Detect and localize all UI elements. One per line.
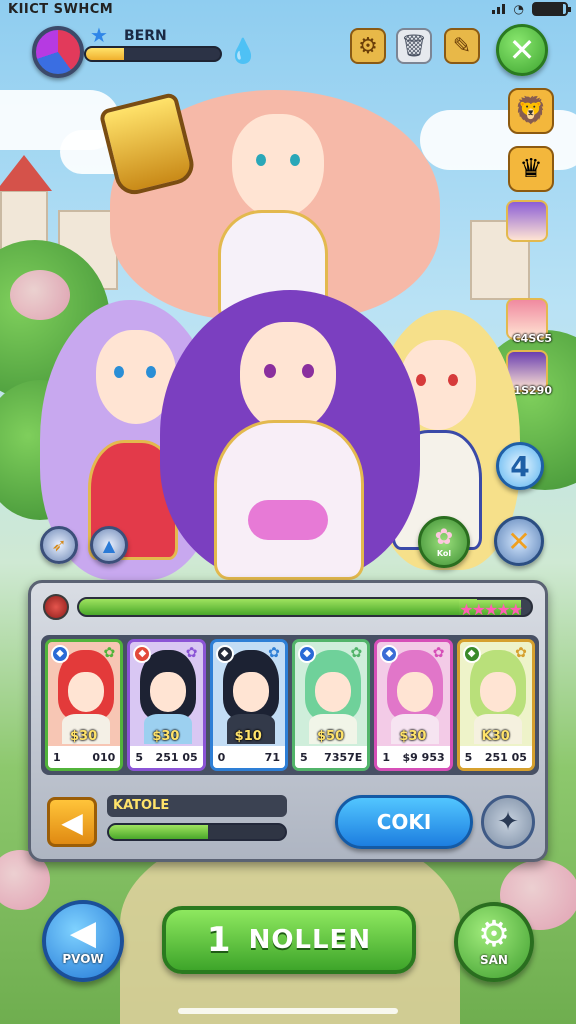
card-level: 1 bbox=[53, 750, 61, 764]
card-stats: 5 7357E bbox=[294, 746, 368, 768]
main-action-number: 1 bbox=[206, 920, 231, 960]
card-power: $9 953 bbox=[402, 750, 445, 764]
mountain-emblem-icon[interactable]: ▲ bbox=[90, 526, 128, 564]
card-level: 5 bbox=[135, 750, 143, 764]
lantern-scroll-icon[interactable]: ⚙ bbox=[350, 28, 386, 64]
card-cost: $10 bbox=[234, 729, 262, 744]
cancel-skill-button[interactable]: ✕ bbox=[494, 516, 544, 566]
hero-card-lime-hair-hero[interactable]: ◆ ✿ K30 5 251 05 bbox=[456, 639, 535, 771]
portrait-face bbox=[68, 672, 104, 712]
flower-icon: ✿ bbox=[268, 645, 280, 661]
signal-icon bbox=[491, 4, 506, 14]
team-settings-button[interactable]: ✦ bbox=[481, 795, 535, 849]
map-shard-icon[interactable]: ✎ bbox=[444, 28, 480, 64]
wifi-icon: ◔ bbox=[513, 2, 524, 16]
flower-icon: ✿ bbox=[103, 645, 116, 661]
hero-card-list: ◆ ✿ $30 1 010 ◆ ✿ $30 5 251 05 ◆ ✿ $10 0 71 ◆ ✿ $50 5 7357E… bbox=[41, 635, 539, 775]
battery-icon bbox=[532, 2, 571, 16]
card-stats: 1 010 bbox=[48, 746, 121, 768]
level-badge-button[interactable]: 4 bbox=[496, 442, 544, 490]
element-icon: ◆ bbox=[462, 645, 481, 663]
card-cost: $30 bbox=[399, 729, 427, 744]
portrait-face bbox=[479, 672, 516, 712]
card-power: 7357E bbox=[324, 750, 363, 764]
team-power-bar: ★★★★★ bbox=[77, 597, 533, 617]
flower-icon: ✿ bbox=[350, 645, 363, 661]
main-action-button[interactable]: 1 NOLLEN bbox=[162, 906, 416, 974]
flower-skill-label: Kol bbox=[436, 548, 452, 558]
element-icon: ◆ bbox=[51, 645, 69, 663]
app-title: KIICT SWHCM bbox=[8, 1, 114, 17]
hero-card-green-hair-hero[interactable]: ◆ ✿ $50 5 7357E bbox=[291, 639, 371, 771]
quiver-icon[interactable]: ➶ bbox=[40, 526, 78, 564]
settings-label: SAN bbox=[480, 953, 508, 967]
portrait-face bbox=[314, 672, 351, 712]
card-level: 1 bbox=[382, 750, 390, 764]
player-name: BERN bbox=[124, 28, 167, 44]
star-rating: ★★★★★ bbox=[459, 600, 523, 617]
card-cost: $30 bbox=[152, 729, 180, 744]
team-name: KATOLE bbox=[107, 795, 287, 817]
element-icon: ◆ bbox=[215, 645, 234, 663]
card-level: 5 bbox=[464, 750, 473, 764]
rank-gem-icon bbox=[43, 594, 69, 620]
crest-icon: ✦ bbox=[497, 807, 519, 837]
flower-icon: ✿ bbox=[185, 645, 198, 661]
team-prev-button[interactable]: ◀ bbox=[47, 797, 97, 847]
flower-icon: ✿ bbox=[434, 524, 454, 550]
back-label: PVOW bbox=[62, 952, 104, 966]
card-level: 5 bbox=[299, 750, 308, 764]
element-icon: ◆ bbox=[297, 645, 316, 663]
status-bar: KIICT SWHCM ◔ bbox=[0, 0, 576, 18]
card-power: 251 05 bbox=[155, 750, 198, 764]
settings-button[interactable]: ⚙ SAN bbox=[454, 902, 534, 982]
home-indicator bbox=[178, 1008, 398, 1014]
card-level: 0 bbox=[217, 750, 226, 764]
card-stats: 5 251 05 bbox=[130, 746, 203, 768]
hero-card-black-hair-dark-hero[interactable]: ◆ ✿ $10 0 71 bbox=[209, 639, 288, 771]
main-action-label: NOLLEN bbox=[248, 925, 372, 955]
flower-icon: ✿ bbox=[432, 645, 445, 661]
back-arrow-icon: ◀ bbox=[69, 913, 97, 953]
portrait-face bbox=[232, 672, 269, 712]
card-power: 010 bbox=[92, 750, 116, 764]
hero-card-black-hair-blue-hero[interactable]: ◆ ✿ $30 5 251 05 bbox=[127, 639, 206, 771]
card-cost: $50 bbox=[316, 729, 345, 744]
card-power: 71 bbox=[264, 750, 280, 764]
card-stats: 5 251 05 bbox=[459, 746, 532, 768]
gear-icon: ⚙ bbox=[477, 914, 511, 955]
trash-can-icon[interactable]: 🗑 bbox=[396, 28, 432, 64]
flower-icon: ✿ bbox=[515, 645, 527, 661]
star-icon: ★ bbox=[90, 23, 108, 47]
hero-group-illustration bbox=[0, 60, 576, 580]
card-cost: $30 bbox=[70, 729, 98, 744]
confirm-button[interactable]: COKI bbox=[335, 795, 473, 849]
hero-card-pink-hair-hero[interactable]: ◆ ✿ $30 1 $9 953 bbox=[374, 639, 453, 771]
team-progress-bar bbox=[107, 823, 287, 841]
card-power: 251 05 bbox=[484, 750, 527, 764]
flower-skill-button[interactable]: ✿ Kol bbox=[418, 516, 470, 568]
hero-card-red-hair-hero[interactable]: ◆ ✿ $30 1 010 bbox=[45, 639, 124, 771]
card-stats: 1 $9 953 bbox=[377, 746, 450, 768]
team-panel: ★★★★★ ◆ ✿ $30 1 010 ◆ ✿ $30 5 251 05 ◆ ✿ $10 0 71 ◆ ✿ $50… bbox=[28, 580, 548, 862]
card-cost: K30 bbox=[481, 729, 510, 744]
card-stats: 0 71 bbox=[212, 746, 285, 768]
back-button[interactable]: ◀ PVOW bbox=[42, 900, 124, 982]
